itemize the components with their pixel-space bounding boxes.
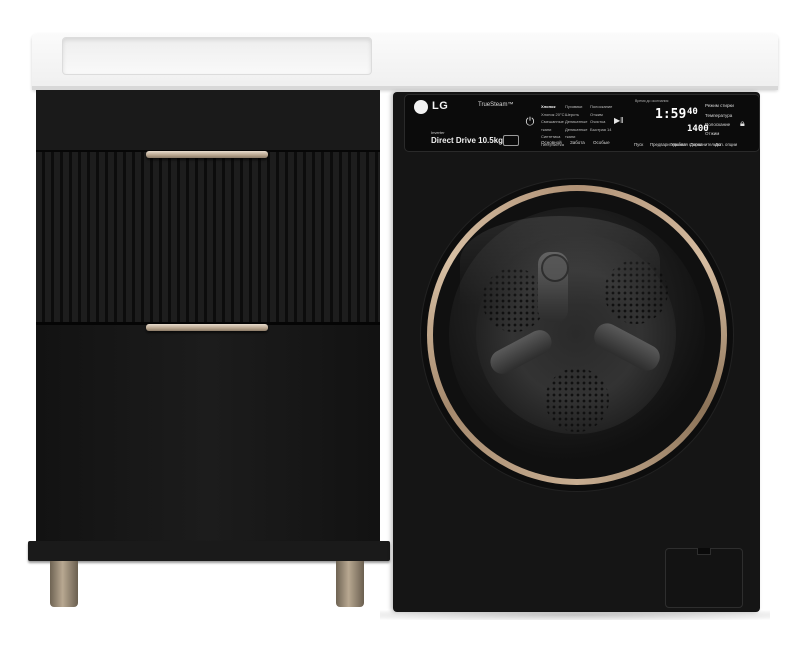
cabinet-top-panel <box>36 90 380 152</box>
cabinet-leg-right <box>336 561 364 607</box>
steam-label: TrueSteam™ <box>478 102 514 108</box>
filter-access-door[interactable] <box>665 548 743 608</box>
brand-logo-icon <box>414 100 428 114</box>
floor-shadow <box>380 610 770 620</box>
program-column-2: Пуховики Шерсть Деликатные Деликатные тк… <box>565 103 593 141</box>
option-button[interactable]: Температура <box>705 113 732 118</box>
program-item[interactable]: Пуховики <box>565 103 593 111</box>
feature-badge-icon <box>503 135 519 146</box>
option-button[interactable]: Отжим <box>705 131 719 136</box>
glass-reflection <box>460 216 660 306</box>
drawer-bottom-handle[interactable] <box>146 324 268 331</box>
drawer-bottom[interactable] <box>36 325 380 541</box>
program-group-label: Основной <box>541 140 562 145</box>
program-item[interactable]: Полоскание <box>590 103 620 111</box>
option-button[interactable]: Доп. опции <box>715 142 737 147</box>
option-button[interactable]: Режим стирки <box>705 103 734 108</box>
drawer-top-fluted[interactable] <box>36 152 380 325</box>
option-button[interactable]: Пуск <box>634 142 643 147</box>
drum-perforation <box>545 368 609 432</box>
drawer-top-handle[interactable] <box>146 151 268 158</box>
power-button[interactable]: ⏻ <box>524 116 536 128</box>
inverter-label: Inverter <box>431 130 445 135</box>
program-item[interactable]: Шерсть <box>565 111 593 119</box>
sink-basin <box>62 37 372 75</box>
filter-door-notch <box>697 548 711 555</box>
drive-label: Direct Drive 10.5kg <box>431 136 504 145</box>
cabinet-leg-left <box>50 561 78 607</box>
program-item[interactable]: Быстрая 14 <box>590 126 620 134</box>
program-group-label: Особые <box>593 140 610 145</box>
option-button[interactable]: Полоскание <box>705 122 730 127</box>
start-pause-button[interactable]: ▶‖ <box>614 116 623 125</box>
program-item[interactable]: Деликатные <box>565 118 593 126</box>
cabinet-plinth <box>28 541 390 561</box>
child-lock-icon: 🔒︎ <box>740 118 745 128</box>
program-item[interactable]: Деликатные ткани <box>565 126 593 141</box>
brand-name: LG <box>432 100 449 112</box>
program-group-label: Забота <box>570 140 585 145</box>
display-temperature: 40 <box>687 107 698 117</box>
display-remaining-time: 1:59 <box>655 107 687 122</box>
display-header: Время до окончания <box>635 99 669 103</box>
